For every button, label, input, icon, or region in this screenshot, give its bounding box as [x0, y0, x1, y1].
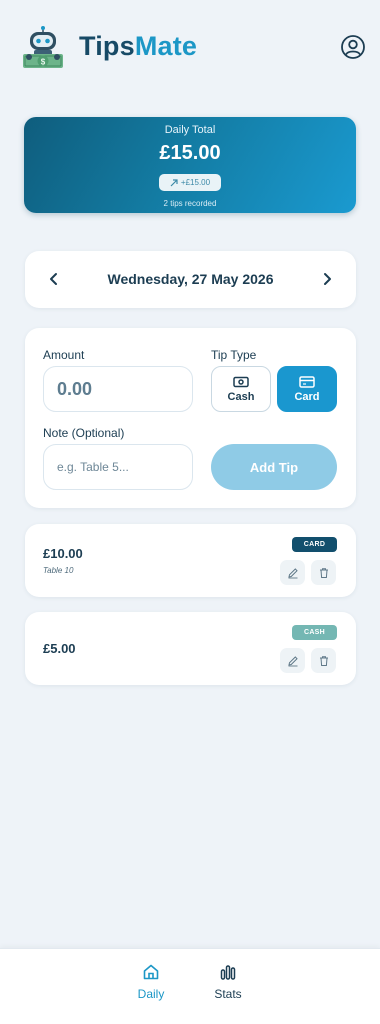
home-icon [143, 964, 159, 980]
tip-type-cash-button[interactable]: Cash [211, 366, 271, 412]
trend-up-icon [170, 178, 178, 186]
chevron-right-icon[interactable] [319, 271, 335, 287]
note-input[interactable] [43, 444, 193, 490]
pencil-icon [287, 655, 298, 666]
chevron-left-icon[interactable] [46, 271, 62, 287]
tip-entry: £10.00 Table 10 CARD [25, 524, 356, 597]
trash-icon [319, 655, 328, 666]
current-date: Wednesday, 27 May 2026 [107, 271, 274, 287]
trash-icon [319, 567, 328, 578]
daily-total-label: Daily Total [164, 124, 216, 136]
delete-tip-button[interactable] [311, 648, 336, 673]
tip-entry: £5.00 CASH [25, 612, 356, 685]
tip-type-badge: CARD [292, 537, 337, 552]
robot-mascot-logo-icon: $ [23, 26, 63, 68]
svg-text:$: $ [41, 58, 46, 67]
pencil-icon [287, 567, 298, 578]
app-title-part1: Tips [79, 31, 135, 61]
tip-type-card-label: Card [294, 390, 320, 403]
add-tip-form: Amount Tip Type Cash Card Note (Optional… [25, 328, 356, 508]
profile-icon[interactable] [340, 34, 366, 60]
note-label: Note (Optional) [43, 426, 125, 440]
amount-input[interactable] [43, 366, 193, 412]
daily-change-value: +£15.00 [180, 178, 211, 187]
edit-tip-button[interactable] [280, 560, 305, 585]
nav-daily-label: Daily [137, 987, 165, 1001]
daily-total-card: Daily Total £15.00 +£15.00 2 tips record… [24, 117, 356, 213]
tip-type-card-button[interactable]: Card [277, 366, 337, 412]
app-title: TipsMate [79, 31, 197, 62]
date-navigator: Wednesday, 27 May 2026 [25, 251, 356, 308]
add-tip-button[interactable]: Add Tip [211, 444, 337, 490]
credit-card-icon [299, 375, 315, 388]
tip-amount: £10.00 [43, 546, 83, 561]
tip-note: Table 10 [43, 566, 74, 575]
bar-chart-icon [220, 965, 236, 980]
tip-amount: £5.00 [43, 641, 76, 656]
daily-change-badge: +£15.00 [159, 174, 221, 191]
tip-type-label: Tip Type [211, 348, 257, 362]
delete-tip-button[interactable] [311, 560, 336, 585]
amount-label: Amount [43, 348, 85, 362]
app-title-part2: Mate [134, 31, 198, 61]
tip-type-cash-label: Cash [227, 390, 255, 403]
nav-stats[interactable]: Stats [198, 963, 258, 1001]
edit-tip-button[interactable] [280, 648, 305, 673]
cash-icon [233, 376, 249, 387]
bottom-navigation: Daily Stats [0, 948, 380, 1024]
nav-stats-label: Stats [214, 987, 242, 1001]
tips-count-text: 2 tips recorded [163, 199, 217, 208]
nav-daily[interactable]: Daily [121, 963, 181, 1001]
app-header: $ TipsMate [0, 0, 380, 95]
tip-type-badge: CASH [292, 625, 337, 640]
daily-total-amount: £15.00 [159, 142, 221, 164]
